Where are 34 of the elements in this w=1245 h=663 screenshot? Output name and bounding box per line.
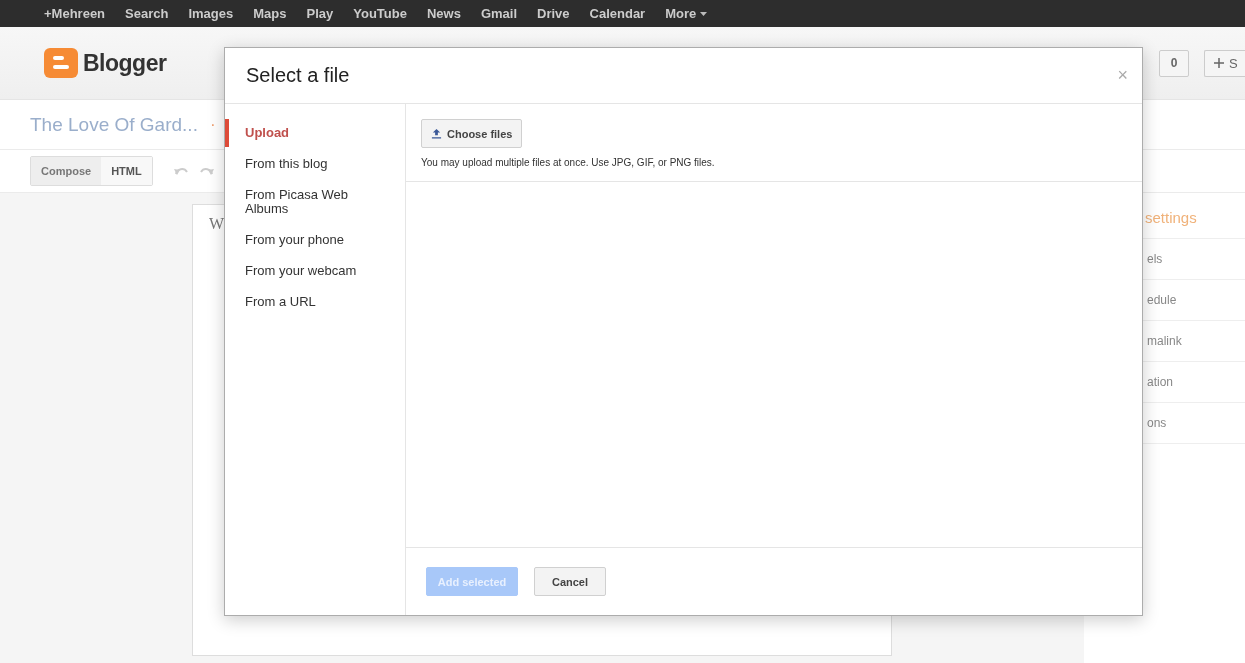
- caret-icon: [700, 11, 708, 16]
- top-nav-link[interactable]: Maps: [253, 6, 287, 21]
- dialog-title: Select a file: [246, 64, 350, 87]
- logo-text: Blogger: [83, 49, 167, 77]
- count-button[interactable]: 0: [1159, 49, 1189, 77]
- source-tab[interactable]: From your webcam: [225, 260, 405, 282]
- mode-tab[interactable]: Compose: [31, 157, 102, 185]
- mode-tab[interactable]: HTML: [101, 157, 152, 185]
- editor-text: W: [209, 215, 225, 232]
- top-nav-link[interactable]: News: [426, 6, 461, 21]
- top-nav-link[interactable]: Search: [125, 6, 169, 21]
- plus-icon: [1214, 58, 1224, 68]
- source-tab[interactable]: From your phone: [225, 229, 405, 251]
- choose-files-button[interactable]: Choose files: [421, 119, 523, 148]
- top-nav-link[interactable]: Calendar: [589, 6, 646, 21]
- upload-icon: [431, 128, 442, 139]
- source-tab[interactable]: From this blog: [225, 153, 405, 175]
- source-tab[interactable]: From Picasa Web Albums: [225, 184, 405, 220]
- undo-icon[interactable]: [172, 165, 189, 177]
- top-nav-link[interactable]: Gmail: [480, 6, 517, 21]
- top-nav-link[interactable]: Drive: [537, 6, 570, 21]
- cancel-button[interactable]: Cancel: [534, 567, 606, 596]
- blogger-logo-icon: [44, 48, 78, 78]
- separator-dot: ·: [209, 114, 216, 135]
- source-tab[interactable]: From a URL: [225, 291, 405, 313]
- upload-hint: You may upload multiple files at once. Use JPG, GIF, or PNG files.: [421, 157, 716, 168]
- redo-icon[interactable]: [198, 165, 215, 177]
- top-nav-link[interactable]: Play: [306, 6, 334, 21]
- share-button[interactable]: S: [1204, 49, 1245, 77]
- top-nav-link[interactable]: +Mehreen: [44, 6, 106, 21]
- source-tab[interactable]: Upload: [225, 119, 405, 147]
- top-nav-link[interactable]: More: [665, 6, 708, 21]
- top-nav-link[interactable]: YouTube: [353, 6, 407, 21]
- top-nav-link[interactable]: Images: [188, 6, 234, 21]
